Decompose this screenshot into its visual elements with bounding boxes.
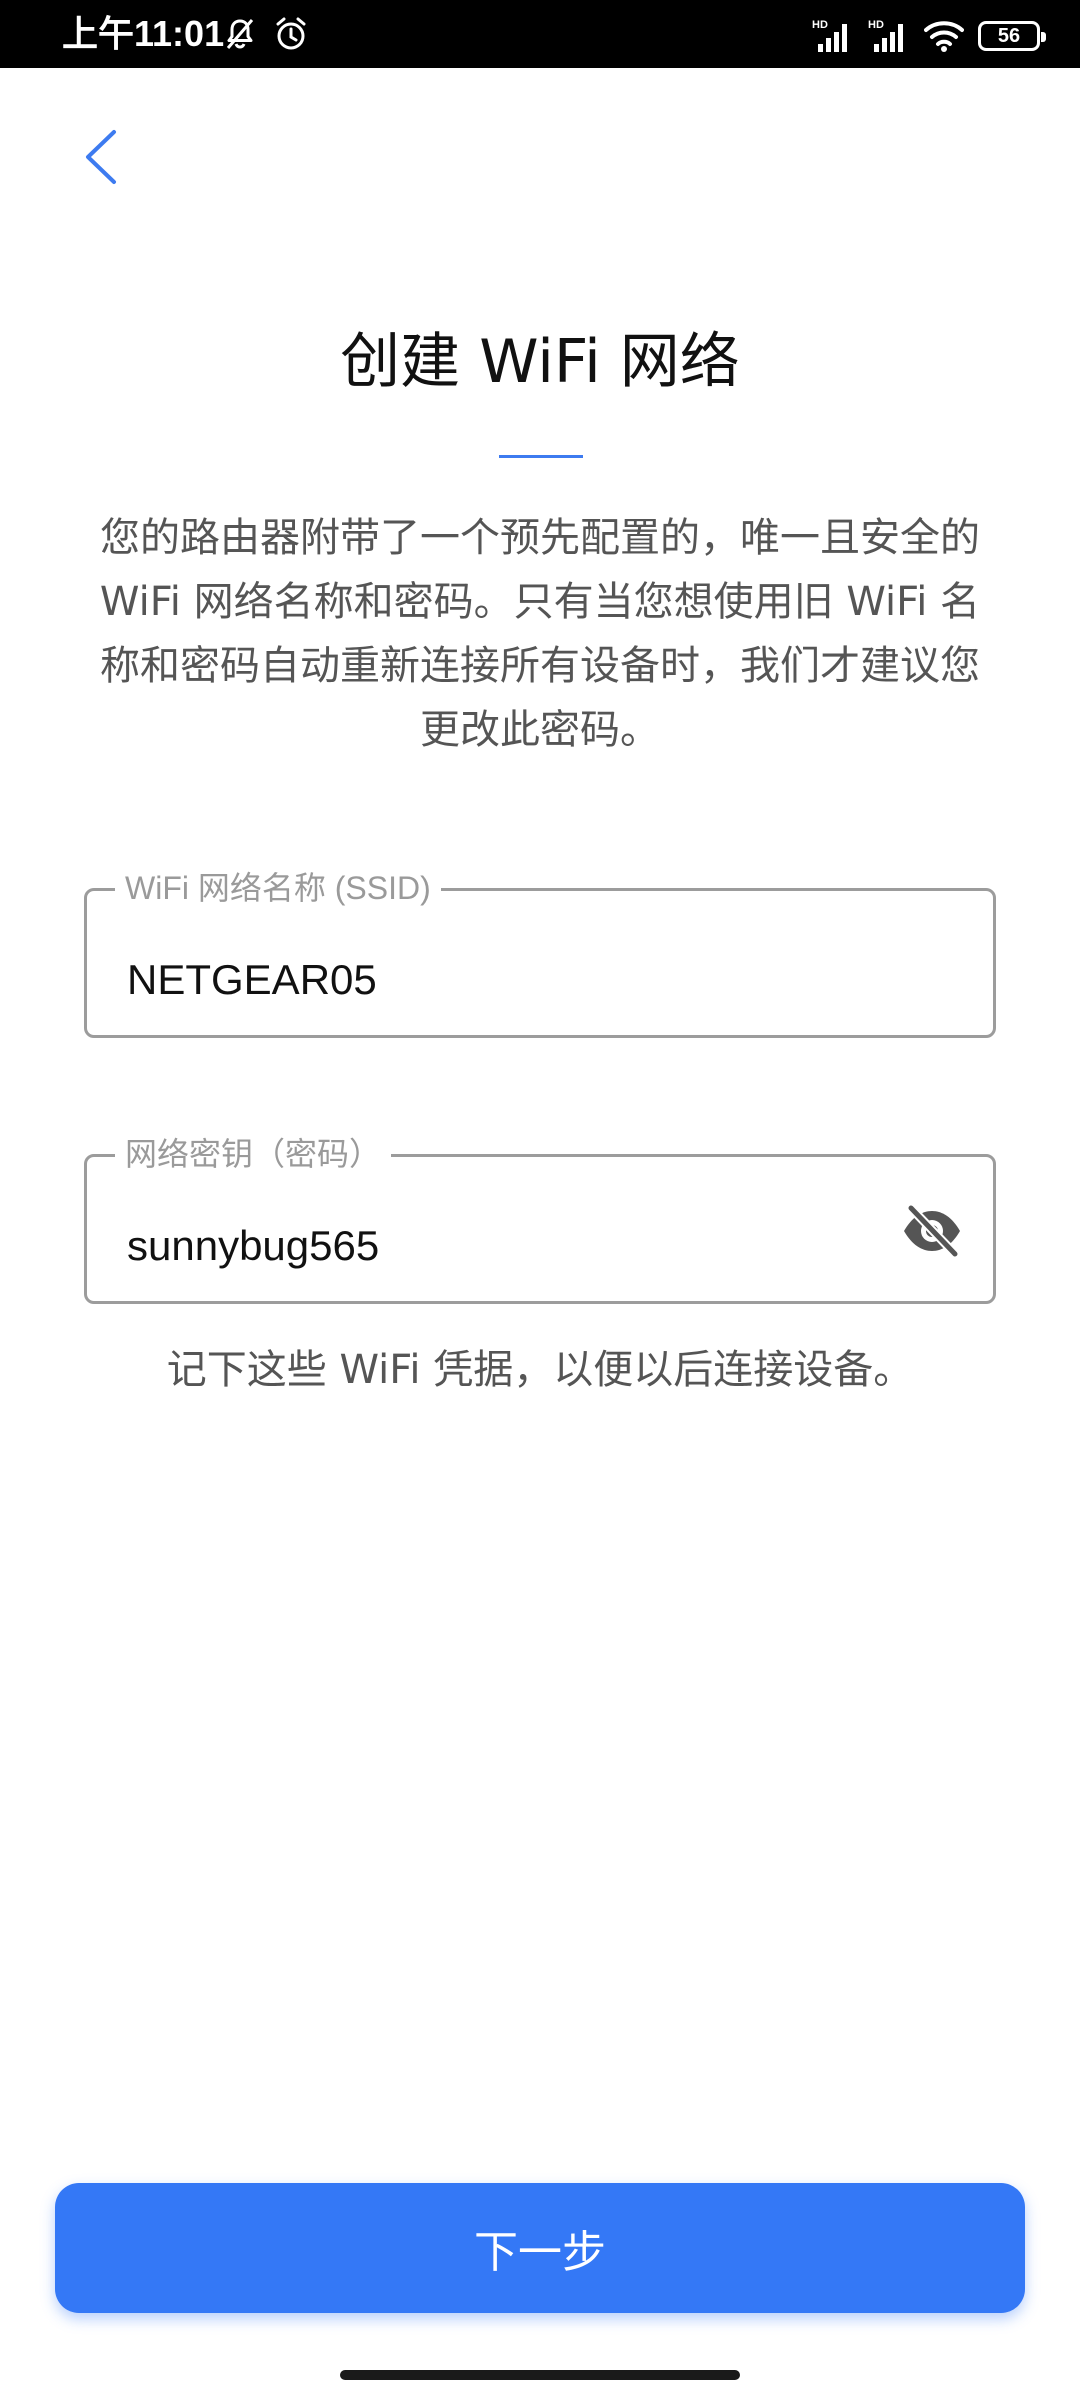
status-time: 上午11:01 [62,13,225,54]
title-divider [499,455,583,458]
back-button[interactable] [72,122,132,192]
alarm-icon [276,17,306,50]
password-field-label: 网络密钥（密码） [115,1129,392,1179]
next-button-label: 下一步 [474,2227,606,2278]
password-field[interactable]: 网络密钥（密码） [84,1129,996,1304]
description-text: 您的路由器附带了一个预先配置的，唯一且安全的 WiFi 网络名称和密码。只有当您… [99,515,981,753]
eye-off-icon [904,1203,960,1259]
status-icons-right: HD HD 56 [798,16,1046,56]
svg-text:HD: HD [812,19,828,31]
ssid-field[interactable]: WiFi 网络名称 (SSID) [84,863,996,1038]
wifi-icon [924,19,964,53]
hd-signal-icon: HD [868,18,910,54]
ssid-input[interactable] [127,955,887,1005]
status-icons-left [222,16,319,52]
hint-text: 记下这些 WiFi 凭据，以便以后连接设备。 [166,1347,914,1393]
hd-signal-icon: HD [812,18,854,54]
battery-icon: 56 [978,21,1046,51]
screen: 上午11:01 HD HD 56 创建 WiFi 网络 您的路由器附带了一个预先… [0,0,1080,2400]
next-button[interactable]: 下一步 [55,2183,1025,2313]
status-bar: 上午11:01 HD HD 56 [0,0,1080,68]
home-indicator[interactable] [340,2370,740,2380]
page-title: 创建 WiFi 网络 [340,327,740,397]
password-visibility-toggle[interactable] [901,1202,963,1260]
battery-level: 56 [978,21,1046,51]
mute-bell-icon [226,19,254,49]
svg-text:HD: HD [868,19,884,31]
ssid-field-label: WiFi 网络名称 (SSID) [115,863,441,913]
password-input[interactable] [127,1221,887,1271]
chevron-left-icon [86,130,116,184]
